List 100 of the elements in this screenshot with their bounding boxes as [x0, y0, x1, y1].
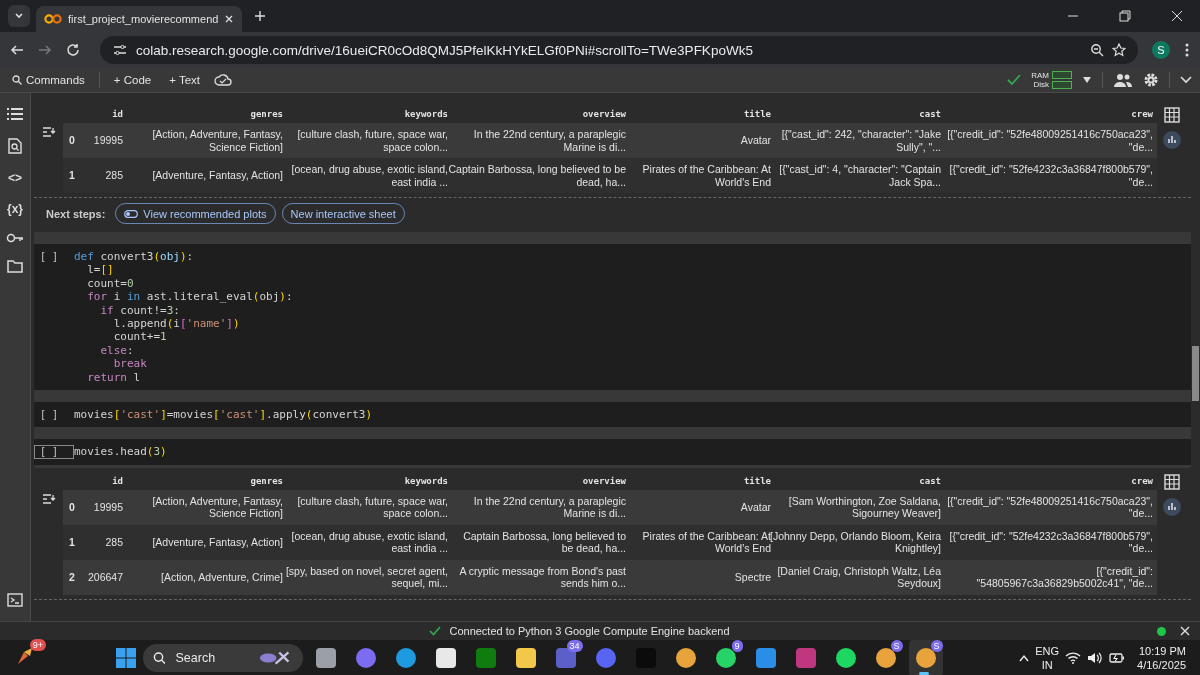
app-icon[interactable] — [914, 647, 937, 669]
resources-button[interactable]: RAM Disk — [1031, 71, 1072, 89]
notification-badge: 9+ — [29, 639, 46, 651]
code-cell[interactable]: [ ] movies.head(3) — [34, 439, 1191, 465]
menu-icon[interactable] — [1184, 42, 1190, 58]
chart-icon[interactable] — [1163, 131, 1181, 149]
output-toggle-icon[interactable] — [41, 127, 56, 139]
row-index: 0 — [68, 134, 75, 147]
site-settings-icon[interactable] — [112, 43, 128, 57]
table-cell-text: Captain Barbossa, long believed to be dead, ha... — [448, 163, 627, 188]
code-line: break — [112, 357, 148, 371]
speaker-icon[interactable] — [1087, 652, 1104, 664]
caret-icon[interactable] — [1082, 76, 1092, 84]
star-icon[interactable] — [1112, 43, 1126, 57]
table-cell-text: Captain Barbossa, long believed to be dead, ha... — [463, 529, 627, 555]
chevron-up-icon[interactable] — [1019, 654, 1030, 662]
row-index: 2 — [68, 571, 75, 584]
zoom-icon[interactable] — [1090, 43, 1104, 57]
search-box[interactable]: Search — [142, 644, 303, 672]
output-toggle-icon[interactable] — [41, 493, 56, 506]
app-icon[interactable] — [714, 647, 737, 669]
battery-icon[interactable] — [1109, 652, 1126, 664]
search-icon[interactable] — [8, 138, 22, 154]
column-header: keywords — [404, 474, 449, 488]
table-cell-text: Avatar — [740, 134, 772, 147]
close-icon[interactable] — [224, 14, 235, 24]
table-cell-text: [{"credit_id": "52fe4232c3a36847f800b579", "de... — [949, 529, 1154, 555]
code-line: return l — [86, 370, 142, 385]
scrollbar-thumb[interactable] — [1192, 346, 1199, 401]
app-icon[interactable] — [514, 647, 537, 669]
commands-button[interactable]: Commands — [8, 74, 89, 86]
reload-icon[interactable] — [66, 43, 80, 57]
column-header: overview — [582, 474, 627, 488]
add-text-button[interactable]: + Text — [165, 74, 204, 86]
next-steps-label: Next steps: — [46, 207, 106, 220]
column-header: cast — [919, 474, 942, 488]
back-icon[interactable] — [10, 43, 24, 57]
close-icon[interactable] — [1171, 10, 1183, 22]
taskbar-search-field[interactable]: Search — [173, 650, 252, 666]
app-icon[interactable] — [434, 647, 457, 669]
table-cell-text: [ocean, drug abuse, exotic island, east india ... — [291, 529, 449, 555]
app-icon[interactable] — [874, 647, 897, 669]
variables-icon[interactable]: {x} — [7, 202, 23, 216]
check-icon — [1007, 74, 1022, 86]
code-cell[interactable]: [ ] def convert3(obj): l=[] count=0 for i in ast.literal_eval(obj): if count!=3: l.append(i['name']) count+=1 else: break return l — [34, 244, 1191, 391]
app-icon[interactable] — [314, 647, 337, 669]
clock[interactable]: 10:19 PM 4/16/2025 — [1137, 644, 1186, 672]
table-cell-text: [culture clash, future, space war, space colon... — [297, 128, 449, 153]
column-header: cast — [919, 107, 942, 121]
app-icon[interactable] — [394, 647, 417, 669]
column-header: overview — [582, 107, 627, 121]
chevron-down-icon[interactable] — [1180, 76, 1192, 84]
code-line: for i in ast.literal_eval(obj): — [86, 290, 293, 304]
key-icon[interactable] — [6, 233, 24, 243]
wifi-icon[interactable] — [1065, 652, 1082, 664]
new-tab-icon[interactable] — [254, 10, 267, 22]
run-cell-button[interactable]: [ ] — [34, 445, 74, 459]
cloud-icon[interactable] — [214, 74, 232, 86]
app-icon[interactable] — [674, 647, 697, 669]
row-index: 0 — [68, 501, 75, 514]
restore-icon[interactable] — [1119, 10, 1131, 22]
folder-icon[interactable] — [7, 260, 23, 273]
code-snippets-icon[interactable]: <> — [8, 171, 22, 185]
code-cell[interactable]: [ ] movies['cast']=movies['cast'].apply(convert3) — [34, 402, 1191, 428]
windows-logo-icon[interactable] — [114, 647, 137, 669]
table-icon[interactable] — [1164, 107, 1180, 123]
tab-title: first_project_movierecommend — [68, 13, 219, 25]
add-code-button[interactable]: + Code — [109, 74, 156, 86]
close-icon[interactable] — [1180, 626, 1190, 636]
language-indicator[interactable]: ENG IN — [1035, 644, 1060, 672]
chart-icon[interactable] — [1163, 497, 1181, 516]
code-line: movies['cast']=movies['cast'].apply(convert3) — [74, 408, 373, 422]
table-icon[interactable] — [1164, 473, 1180, 490]
code-line: l.append(i['name']) — [112, 317, 241, 331]
taskbar-button[interactable]: S — [908, 640, 943, 675]
terminal-icon[interactable] — [7, 593, 23, 607]
table-cell-text: [spy, based on novel, secret agent, sequel, mi... — [285, 564, 449, 590]
tab-list-button[interactable] — [8, 5, 30, 27]
app-icon[interactable] — [834, 647, 857, 669]
table-cell-text: [{"credit_id": "52fe48009251416c750aca23", "de... — [947, 494, 1154, 520]
run-cell-button[interactable]: [ ] — [34, 250, 74, 385]
people-icon[interactable] — [1113, 73, 1133, 87]
table-of-contents-icon[interactable] — [7, 107, 23, 121]
column-header: keywords — [404, 107, 449, 121]
code-line: movies.head(3) — [74, 445, 167, 459]
table-cell-text: In the 22nd century, a paraplegic Marine is di... — [473, 128, 627, 153]
table-cell-text: [Action, Adventure, Fantasy, Science Fiction] — [152, 494, 284, 520]
column-header: genres — [250, 107, 284, 121]
table-cell-text: [Adventure, Fantasy, Action] — [152, 169, 284, 182]
forward-icon[interactable] — [38, 43, 52, 57]
table-cell-text: [{"cast_id": 4, "character": "Captain Jack Spa... — [779, 163, 942, 188]
table-cell-text: [Adventure, Fantasy, Action] — [152, 536, 284, 549]
code-line: else: — [99, 343, 135, 358]
run-cell-button[interactable]: [ ] — [34, 408, 74, 422]
profile-avatar[interactable]: S — [1152, 41, 1170, 59]
row-index: 1 — [68, 536, 75, 549]
browser-tab[interactable]: first_project_movierecommend — [36, 6, 243, 32]
settings-icon[interactable] — [1143, 72, 1159, 88]
notification-badge: 9 — [731, 640, 743, 652]
address-field[interactable]: colab.research.google.com/drive/16ueiCR0cOd8QMJ5PfelKkHYkELGf0PNi#scrollTo=TWe3PFKpoWk5 — [100, 36, 1138, 64]
